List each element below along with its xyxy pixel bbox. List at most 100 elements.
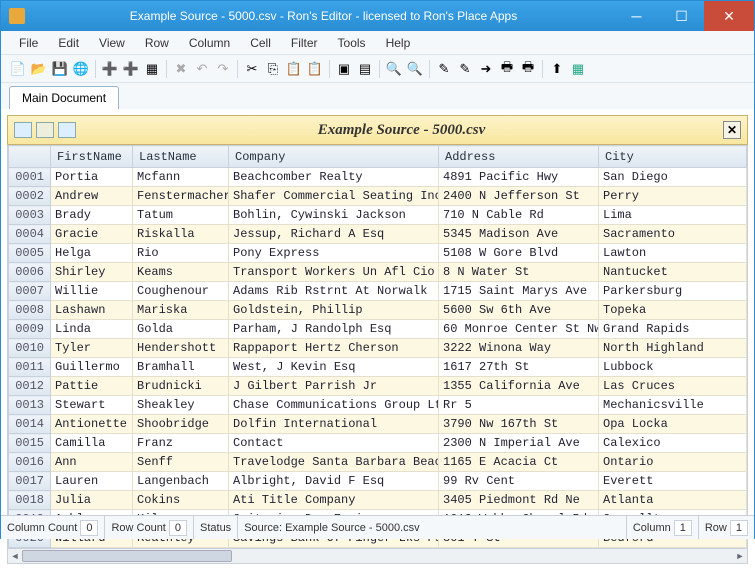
cell[interactable]: Stewart (51, 396, 133, 415)
cell[interactable]: Mariska (133, 301, 229, 320)
cell[interactable]: Cokins (133, 491, 229, 510)
redo-icon[interactable]: ↷ (214, 60, 232, 78)
cut-icon[interactable]: ✂ (243, 60, 261, 78)
cell[interactable]: Shoobridge (133, 415, 229, 434)
cell[interactable]: 4891 Pacific Hwy (439, 168, 599, 187)
cell[interactable]: 5108 W Gore Blvd (439, 244, 599, 263)
undo-icon[interactable]: ↶ (193, 60, 211, 78)
row-number[interactable]: 0004 (9, 225, 51, 244)
cell[interactable]: Everett (599, 472, 747, 491)
cell[interactable]: West, J Kevin Esq (229, 358, 439, 377)
cell[interactable]: Las Cruces (599, 377, 747, 396)
row-number[interactable]: 0003 (9, 206, 51, 225)
cell[interactable]: North Highland (599, 339, 747, 358)
menu-view[interactable]: View (89, 33, 135, 53)
cell[interactable]: Golda (133, 320, 229, 339)
cell[interactable]: 60 Monroe Center St Nw (439, 320, 599, 339)
table-row[interactable]: 0008LashawnMariskaGoldstein, Phillip5600… (9, 301, 747, 320)
zoomin-icon[interactable]: 🔍 (385, 60, 403, 78)
column-header[interactable]: LastName (133, 146, 229, 168)
cell[interactable]: Jessup, Richard A Esq (229, 225, 439, 244)
row-number[interactable]: 0012 (9, 377, 51, 396)
table-row[interactable]: 0010TylerHendershottRappaport Hertz Cher… (9, 339, 747, 358)
cell[interactable]: Albright, David F Esq (229, 472, 439, 491)
menu-filter[interactable]: Filter (281, 33, 328, 53)
menu-tools[interactable]: Tools (328, 33, 376, 53)
cell[interactable]: 5600 Sw 6th Ave (439, 301, 599, 320)
paste-icon[interactable]: 📋 (285, 60, 303, 78)
cell[interactable]: 2400 N Jefferson St (439, 187, 599, 206)
edit-icon[interactable]: ✎ (435, 60, 453, 78)
cell[interactable]: Parkersburg (599, 282, 747, 301)
cell[interactable]: Tyler (51, 339, 133, 358)
table-row[interactable]: 0013StewartSheakleyChase Communications … (9, 396, 747, 415)
rownum-header[interactable] (9, 146, 51, 168)
menu-help[interactable]: Help (376, 33, 421, 53)
cell[interactable]: Senff (133, 453, 229, 472)
column-header[interactable]: Address (439, 146, 599, 168)
cell[interactable]: Lashawn (51, 301, 133, 320)
cell[interactable]: Goldstein, Phillip (229, 301, 439, 320)
row-number[interactable]: 0006 (9, 263, 51, 282)
cell[interactable]: San Diego (599, 168, 747, 187)
table-row[interactable]: 0014AntionetteShoobridgeDolfin Internati… (9, 415, 747, 434)
cell[interactable]: Langenbach (133, 472, 229, 491)
table-row[interactable]: 0009LindaGoldaParham, J Randolph Esq60 M… (9, 320, 747, 339)
cell[interactable]: Rr 5 (439, 396, 599, 415)
menu-row[interactable]: Row (135, 33, 179, 53)
table-row[interactable]: 0001PortiaMcfannBeachcomber Realty4891 P… (9, 168, 747, 187)
cell[interactable]: Contact (229, 434, 439, 453)
scroll-left-icon[interactable]: ◄ (8, 549, 22, 563)
data-grid[interactable]: FirstNameLastNameCompanyAddressCity 0001… (8, 145, 747, 548)
cell[interactable]: Bohlin, Cywinski Jackson (229, 206, 439, 225)
cell[interactable]: Brudnicki (133, 377, 229, 396)
cell[interactable]: Beachcomber Realty (229, 168, 439, 187)
edit2-icon[interactable]: ✎ (456, 60, 474, 78)
web-icon[interactable]: 🌐 (72, 60, 90, 78)
column-header[interactable]: FirstName (51, 146, 133, 168)
cell[interactable]: Bramhall (133, 358, 229, 377)
cell[interactable]: Hendershott (133, 339, 229, 358)
close-button[interactable]: ✕ (704, 1, 754, 31)
cell[interactable]: Chase Communications Group Ltd (229, 396, 439, 415)
doc-tool-icon[interactable] (36, 122, 54, 138)
row-number[interactable]: 0008 (9, 301, 51, 320)
row-number[interactable]: 0001 (9, 168, 51, 187)
addcol-icon[interactable]: ➕ (122, 60, 140, 78)
table-row[interactable]: 0017LaurenLangenbachAlbright, David F Es… (9, 472, 747, 491)
table-row[interactable]: 0007WillieCoughenourAdams Rib Rstrnt At … (9, 282, 747, 301)
zoomout-icon[interactable]: 🔍 (406, 60, 424, 78)
print2-icon[interactable]: 🖶 (519, 60, 537, 78)
cell[interactable]: 1355 California Ave (439, 377, 599, 396)
cell[interactable]: 1165 E Acacia Ct (439, 453, 599, 472)
cell[interactable]: 1715 Saint Marys Ave (439, 282, 599, 301)
cell[interactable]: Opa Locka (599, 415, 747, 434)
cell[interactable]: Lubbock (599, 358, 747, 377)
print-icon[interactable]: 🖶 (498, 60, 516, 78)
row-number[interactable]: 0010 (9, 339, 51, 358)
column-header[interactable]: Company (229, 146, 439, 168)
menu-file[interactable]: File (9, 33, 48, 53)
row-number[interactable]: 0017 (9, 472, 51, 491)
menu-cell[interactable]: Cell (240, 33, 281, 53)
doc-tool-icon[interactable] (58, 122, 76, 138)
cell[interactable]: Adams Rib Rstrnt At Norwalk (229, 282, 439, 301)
cell[interactable]: Pattie (51, 377, 133, 396)
arrow-icon[interactable]: ➜ (477, 60, 495, 78)
cell[interactable]: Pony Express (229, 244, 439, 263)
cell[interactable]: Franz (133, 434, 229, 453)
row-number[interactable]: 0011 (9, 358, 51, 377)
cell[interactable]: Grand Rapids (599, 320, 747, 339)
cell[interactable]: Perry (599, 187, 747, 206)
row-number[interactable]: 0014 (9, 415, 51, 434)
addrow-icon[interactable]: ➕ (101, 60, 119, 78)
cell[interactable]: 2300 N Imperial Ave (439, 434, 599, 453)
cell[interactable]: 3790 Nw 167th St (439, 415, 599, 434)
open-icon[interactable]: 📂 (30, 60, 48, 78)
cell[interactable]: Antionette (51, 415, 133, 434)
up-icon[interactable]: ⬆ (548, 60, 566, 78)
cell[interactable]: Ontario (599, 453, 747, 472)
menu-edit[interactable]: Edit (48, 33, 89, 53)
cell[interactable]: Nantucket (599, 263, 747, 282)
cell[interactable]: Sacramento (599, 225, 747, 244)
